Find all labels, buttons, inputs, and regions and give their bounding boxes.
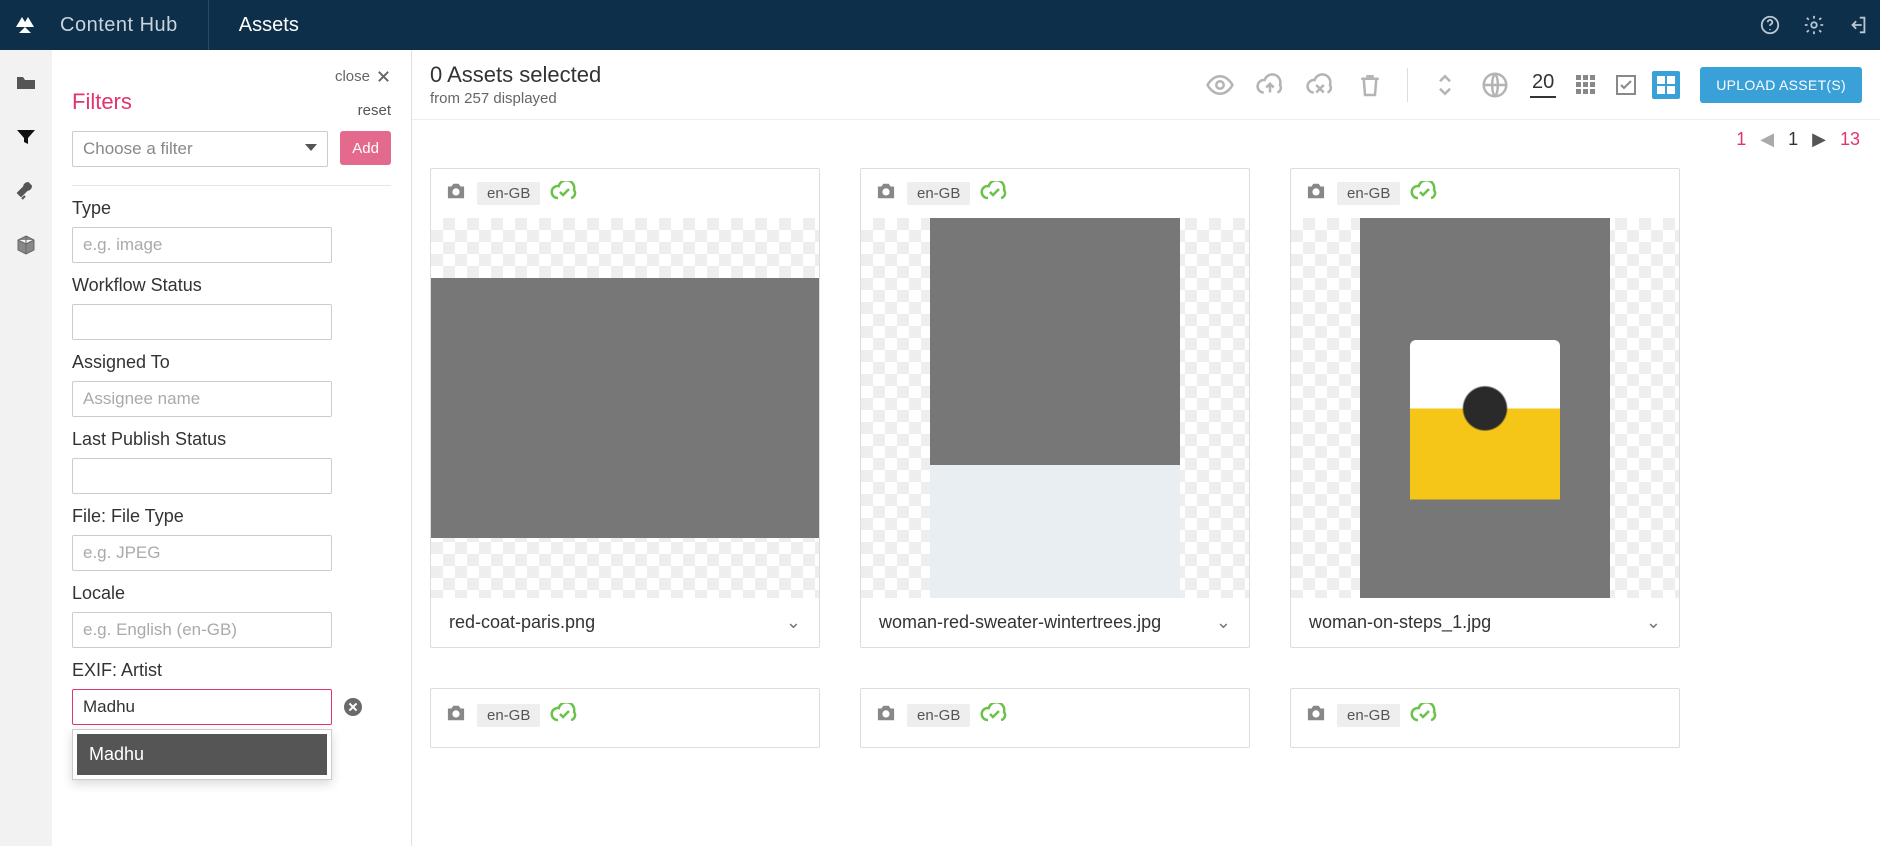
- reset-link[interactable]: reset: [358, 102, 391, 119]
- camera-icon: [875, 704, 897, 727]
- assigned-to-input[interactable]: [72, 381, 332, 417]
- globe-icon[interactable]: [1480, 70, 1510, 100]
- camera-icon: [875, 182, 897, 205]
- grid-large-icon[interactable]: [1652, 71, 1680, 99]
- type-label: Type: [72, 198, 391, 219]
- published-cloud-icon: [980, 703, 1008, 728]
- exif-artist-option[interactable]: Madhu: [77, 734, 327, 775]
- filter-icon[interactable]: [13, 124, 39, 150]
- asset-card[interactable]: en-GB: [1290, 688, 1680, 748]
- published-cloud-icon: [1410, 703, 1438, 728]
- page-size[interactable]: 20: [1530, 71, 1556, 98]
- preview-icon[interactable]: [1205, 70, 1235, 100]
- caret-down-icon: [305, 144, 317, 151]
- published-cloud-icon: [550, 181, 578, 206]
- toolbar: 0 Assets selected from 257 displayed 20 …: [412, 50, 1880, 120]
- last-publish-input[interactable]: [72, 458, 332, 494]
- pager: 1 ◀ 1 ▶ 13: [412, 120, 1880, 158]
- locale-chip: en-GB: [477, 704, 540, 727]
- tools-icon[interactable]: [13, 178, 39, 204]
- top-bar: Content Hub Assets: [0, 0, 1880, 50]
- locale-chip: en-GB: [907, 182, 970, 205]
- clear-exif-artist-icon[interactable]: [344, 698, 362, 716]
- asset-thumbnail: [930, 218, 1180, 598]
- locale-chip: en-GB: [1337, 704, 1400, 727]
- asset-grid: en-GB red-coat-paris.png ⌄ en-GB: [412, 158, 1880, 846]
- toolbar-divider: [1407, 68, 1408, 102]
- file-type-input[interactable]: [72, 535, 332, 571]
- help-icon[interactable]: [1748, 0, 1792, 50]
- sort-icon[interactable]: [1430, 70, 1460, 100]
- camera-icon: [445, 704, 467, 727]
- chevron-down-icon[interactable]: ⌄: [1646, 612, 1661, 633]
- nav-assets[interactable]: Assets: [209, 0, 329, 50]
- asset-card[interactable]: en-GB woman-red-sweater-wintertrees.jpg …: [860, 168, 1250, 648]
- locale-chip: en-GB: [477, 182, 540, 205]
- left-rail: [0, 50, 52, 846]
- choose-filter-select[interactable]: Choose a filter: [72, 131, 328, 167]
- selected-count: 0 Assets selected: [430, 62, 601, 88]
- asset-filename: woman-on-steps_1.jpg: [1309, 612, 1491, 633]
- published-cloud-icon: [1410, 181, 1438, 206]
- filters-title: Filters: [72, 89, 391, 115]
- pager-prev-icon[interactable]: ◀: [1760, 129, 1774, 150]
- grid-small-icon[interactable]: [1572, 71, 1600, 99]
- last-publish-label: Last Publish Status: [72, 429, 391, 450]
- delete-icon[interactable]: [1355, 70, 1385, 100]
- published-cloud-icon: [550, 703, 578, 728]
- settings-icon[interactable]: [1792, 0, 1836, 50]
- grid-check-icon[interactable]: [1612, 71, 1640, 99]
- asset-filename: woman-red-sweater-wintertrees.jpg: [879, 612, 1161, 633]
- brand-label: Content Hub: [50, 14, 208, 37]
- asset-thumbnail: [1360, 218, 1610, 598]
- pager-total[interactable]: 13: [1840, 129, 1860, 150]
- chevron-down-icon[interactable]: ⌄: [786, 612, 801, 633]
- workflow-status-input[interactable]: [72, 304, 332, 340]
- upload-cloud-icon[interactable]: [1255, 70, 1285, 100]
- locale-label: Locale: [72, 583, 391, 604]
- asset-card[interactable]: en-GB: [430, 688, 820, 748]
- asset-card[interactable]: en-GB red-coat-paris.png ⌄: [430, 168, 820, 648]
- displayed-count: from 257 displayed: [430, 90, 601, 107]
- locale-input[interactable]: [72, 612, 332, 648]
- add-filter-button[interactable]: Add: [340, 131, 391, 165]
- cube-icon[interactable]: [13, 232, 39, 258]
- pager-current: 1: [1788, 129, 1798, 150]
- file-type-label: File: File Type: [72, 506, 391, 527]
- published-cloud-icon: [980, 181, 1008, 206]
- type-input[interactable]: [72, 227, 332, 263]
- camera-icon: [1305, 182, 1327, 205]
- pager-first[interactable]: 1: [1736, 129, 1746, 150]
- camera-icon: [1305, 704, 1327, 727]
- locale-chip: en-GB: [907, 704, 970, 727]
- assigned-to-label: Assigned To: [72, 352, 391, 373]
- asset-thumbnail: [431, 278, 819, 538]
- app-logo[interactable]: [0, 13, 50, 37]
- folder-icon[interactable]: [13, 70, 39, 96]
- workflow-status-label: Workflow Status: [72, 275, 391, 296]
- chevron-down-icon[interactable]: ⌄: [1216, 612, 1231, 633]
- exif-artist-label: EXIF: Artist: [72, 660, 391, 681]
- exif-artist-input[interactable]: [72, 689, 332, 725]
- camera-icon: [445, 182, 467, 205]
- pager-next-icon[interactable]: ▶: [1812, 129, 1826, 150]
- close-panel-label[interactable]: close: [335, 68, 370, 85]
- upload-assets-button[interactable]: UPLOAD ASSET(S): [1700, 67, 1862, 103]
- exif-artist-dropdown: Madhu: [72, 729, 332, 780]
- main-area: 0 Assets selected from 257 displayed 20 …: [412, 50, 1880, 846]
- asset-card[interactable]: en-GB: [860, 688, 1250, 748]
- filter-panel: close Filters reset Choose a filter Add …: [52, 50, 412, 846]
- logout-icon[interactable]: [1836, 0, 1880, 50]
- locale-chip: en-GB: [1337, 182, 1400, 205]
- close-icon[interactable]: [376, 69, 391, 84]
- asset-card[interactable]: en-GB woman-on-steps_1.jpg ⌄: [1290, 168, 1680, 648]
- asset-filename: red-coat-paris.png: [449, 612, 595, 633]
- choose-filter-placeholder: Choose a filter: [83, 139, 193, 159]
- unpublish-cloud-icon[interactable]: [1305, 70, 1335, 100]
